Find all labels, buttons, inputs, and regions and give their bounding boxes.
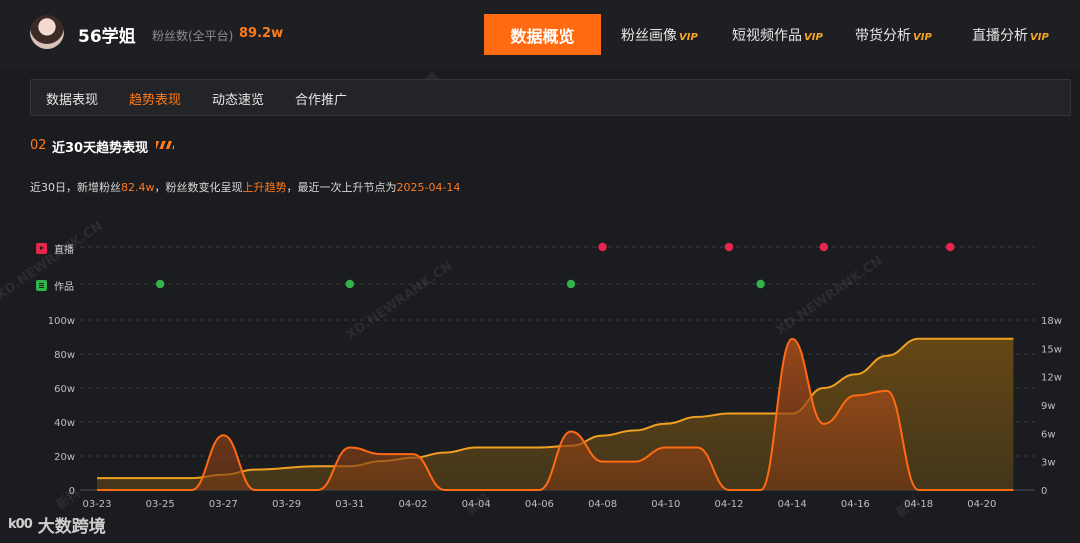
x-tick-label: 04-12 (714, 499, 743, 510)
works-event-dot (156, 279, 165, 289)
y-right-tick-label: 18w (1041, 316, 1062, 327)
y-left-tick-label: 20w (54, 452, 75, 463)
x-tick-label: 04-16 (841, 499, 870, 510)
y-left-tick-label: 0 (69, 486, 75, 497)
y-left-tick-label: 60w (54, 384, 75, 395)
x-tick-label: 04-08 (588, 499, 617, 510)
x-tick-label: 03-23 (82, 499, 111, 510)
brand-logo-mark: k00 (8, 517, 33, 532)
live-event-dot (598, 242, 607, 252)
y-right-tick-label: 6w (1041, 429, 1056, 440)
watermark: XD.NEWRANK.CN (0, 219, 106, 304)
x-tick-label: 03-31 (335, 499, 364, 510)
watermark: XD.NEWRANK.CN (344, 259, 456, 344)
x-tick-label: 04-14 (778, 499, 807, 510)
brand-logo-text: 大数跨境 (37, 517, 106, 537)
x-tick-label: 04-18 (904, 499, 933, 510)
watermark: XD.NEWRANK.CN (774, 254, 886, 339)
trend-chart: XD.NEWRANK.CN XD.NEWRANK.CN XD.NEWRANK.CN新… (0, 219, 1062, 522)
y-right-tick-label: 12w (1041, 373, 1062, 384)
x-tick-label: 04-20 (967, 499, 996, 510)
works-event-dot (345, 279, 354, 289)
x-tick-label: 03-29 (272, 499, 301, 510)
y-left-tick-label: 80w (54, 350, 75, 361)
y-left-tick-label: 100w (48, 316, 75, 327)
x-tick-label: 03-27 (209, 499, 238, 510)
brand-logo: k00 大数跨境 (8, 512, 106, 537)
x-tick-label: 03-25 (146, 499, 175, 510)
y-right-tick-label: 15w (1041, 344, 1062, 355)
x-tick-label: 04-02 (398, 499, 427, 510)
works-event-dot (566, 279, 576, 289)
x-tick-label: 04-04 (462, 499, 491, 510)
y-right-tick-label: 3w (1041, 458, 1056, 469)
works-event-dot (756, 279, 765, 289)
y-left-tick-label: 40w (54, 418, 75, 429)
live-event-dot (819, 242, 828, 252)
y-right-tick-label: 0 (1041, 486, 1047, 497)
live-event-dot (724, 242, 734, 252)
y-right-tick-label: 9w (1041, 401, 1056, 412)
x-tick-label: 04-06 (525, 499, 554, 510)
x-tick-label: 04-10 (651, 499, 680, 510)
live-event-dot (946, 242, 955, 252)
